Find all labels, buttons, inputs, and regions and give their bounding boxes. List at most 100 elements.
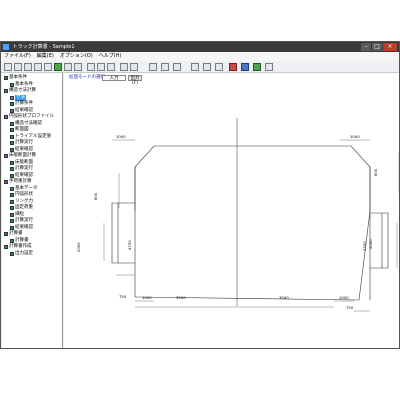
tree-item-label: 計算書 bbox=[9, 231, 23, 236]
tree-item[interactable]: 出力設定 bbox=[10, 251, 33, 257]
dim-left-end: 2000 bbox=[76, 242, 81, 252]
tree-item[interactable]: 計算書 bbox=[10, 238, 29, 244]
tree-item-label: 結果確認 bbox=[15, 107, 33, 113]
dim-bottom-left-seg: 1000 bbox=[142, 295, 152, 300]
tree-node-icon bbox=[4, 154, 8, 158]
print-icon[interactable] bbox=[64, 63, 72, 71]
tree-item[interactable]: 基本条件 bbox=[10, 82, 33, 88]
tree-node-icon bbox=[10, 206, 14, 210]
drawing-area: 処理モードの選択 入力 出力(F) 1000 1000 800 800 4700… bbox=[64, 73, 399, 348]
tree-item-label: 計算書作成 bbox=[9, 244, 32, 249]
tree-item-label: 基本条件 bbox=[9, 75, 27, 80]
tree-item[interactable]: 計算実行 bbox=[10, 218, 33, 224]
tree-item[interactable]: 計算書 bbox=[4, 231, 23, 237]
tree-node-icon bbox=[10, 121, 14, 126]
tree-item[interactable]: 構造寸法計算 bbox=[4, 88, 36, 94]
new-file-icon[interactable] bbox=[4, 63, 12, 71]
maximize-button[interactable]: □ bbox=[372, 43, 382, 51]
settings-icon[interactable] bbox=[241, 63, 249, 71]
copy-icon[interactable] bbox=[97, 63, 105, 71]
tree-item[interactable]: 計算条件 bbox=[10, 101, 33, 107]
check-icon[interactable] bbox=[253, 63, 261, 71]
dim-top-left: 1000 bbox=[116, 134, 126, 139]
tree-node-icon bbox=[10, 108, 14, 113]
dim-bottom-center-left: 3500 bbox=[176, 295, 186, 300]
close-button[interactable]: × bbox=[383, 43, 397, 51]
import-icon[interactable] bbox=[44, 63, 52, 71]
undo-icon[interactable] bbox=[120, 63, 128, 71]
tree-item[interactable]: 結果確認 bbox=[10, 225, 33, 231]
tree-node-icon bbox=[10, 102, 14, 106]
tree-item[interactable]: 計算実行 bbox=[10, 166, 33, 172]
menu-help[interactable]: ヘルプ(H) bbox=[99, 52, 122, 61]
tree-item[interactable]: トライアル設定値 bbox=[10, 134, 51, 140]
tree-node-icon bbox=[10, 199, 14, 204]
tree-item[interactable]: 計算実行 bbox=[10, 140, 33, 146]
tree-node-icon bbox=[4, 180, 8, 184]
tree-item-label: 固定荷重 bbox=[15, 205, 33, 210]
save-as-icon[interactable] bbox=[34, 63, 42, 71]
tree-item[interactable]: 断面図 bbox=[10, 127, 29, 133]
tree-node-icon bbox=[10, 82, 14, 87]
tree-item[interactable]: 結果確認 bbox=[10, 108, 33, 114]
tree-item[interactable]: 細粒 bbox=[10, 212, 24, 218]
minimize-button[interactable]: – bbox=[361, 43, 371, 51]
mode-input[interactable]: 入力 bbox=[102, 75, 126, 81]
dim-left-small: 750 bbox=[119, 294, 127, 299]
tree-item-label: 床版断面計算 bbox=[9, 153, 36, 158]
tree-node-icon bbox=[4, 115, 8, 119]
tree-node-icon bbox=[10, 186, 14, 191]
window-title: トラック計算書 - Sample1 bbox=[12, 44, 75, 50]
grid-icon[interactable] bbox=[203, 63, 211, 71]
tree-item[interactable]: 計算書作成 bbox=[4, 244, 32, 250]
tree-node-icon bbox=[10, 173, 14, 178]
tree-item[interactable]: 結果確認 bbox=[10, 173, 33, 179]
tree-item[interactable]: 円弧形状プロファイル bbox=[4, 114, 54, 120]
tree-item[interactable]: 基本条件 bbox=[4, 75, 27, 81]
tree-item-label: 細粒 bbox=[15, 211, 24, 217]
tree-item[interactable]: 円弧形状 bbox=[10, 192, 33, 198]
layout-icon[interactable] bbox=[191, 63, 199, 71]
open-file-icon[interactable] bbox=[14, 63, 22, 71]
tree-item-label: 計算実行 bbox=[15, 140, 33, 145]
tree-item[interactable]: リング力 bbox=[10, 199, 33, 205]
tree-item[interactable]: 手荷重計算 bbox=[4, 179, 32, 185]
app-window: トラック計算書 - Sample1 – □ × ファイル(F) 編集(E) オプ… bbox=[0, 41, 400, 349]
menu-options[interactable]: オプション(O) bbox=[60, 52, 93, 61]
stop-icon[interactable] bbox=[229, 63, 237, 71]
tree-item[interactable]: 床版断面 bbox=[10, 160, 33, 166]
tree-item[interactable]: 基本データ bbox=[10, 186, 38, 192]
dim-left-height: 4700 bbox=[127, 240, 132, 250]
tree-item-label: 構造寸法計算 bbox=[9, 88, 36, 93]
title-bar: トラック計算書 - Sample1 – □ × bbox=[1, 42, 399, 52]
tree-node-icon bbox=[10, 219, 14, 223]
tree-node-icon bbox=[10, 134, 14, 139]
menu-edit[interactable]: 編集(E) bbox=[37, 52, 54, 61]
cut-icon[interactable] bbox=[87, 63, 95, 71]
tree-item[interactable]: 構造寸法確認 bbox=[10, 121, 42, 127]
chart-icon[interactable] bbox=[161, 63, 169, 71]
calc-icon[interactable] bbox=[149, 63, 157, 71]
tree-item-label: リング力 bbox=[15, 198, 33, 204]
dim-left-slope: 800 bbox=[93, 192, 98, 200]
help-icon[interactable] bbox=[265, 63, 273, 71]
tree-item-label: 円弧形状プロファイル bbox=[9, 114, 54, 119]
preview-icon[interactable] bbox=[74, 63, 82, 71]
paste-icon[interactable] bbox=[107, 63, 115, 71]
save-icon[interactable] bbox=[24, 63, 32, 71]
export-icon[interactable] bbox=[54, 63, 62, 71]
output-button[interactable]: 出力(F) bbox=[128, 75, 142, 86]
tree-item[interactable]: 床版断面計算 bbox=[4, 153, 36, 159]
tree-item-label: 断面図 bbox=[15, 127, 29, 132]
tree-item-label: 寸法 bbox=[15, 94, 26, 101]
menu-file[interactable]: ファイル(F) bbox=[4, 52, 31, 61]
tree-item[interactable]: 寸法 bbox=[10, 94, 26, 101]
table-icon[interactable] bbox=[173, 63, 181, 71]
redo-icon[interactable] bbox=[130, 63, 138, 71]
tree-item[interactable]: 固定荷重 bbox=[10, 205, 33, 211]
tree-node-icon bbox=[10, 225, 14, 230]
tree-node-icon bbox=[10, 147, 14, 152]
list-icon[interactable] bbox=[215, 63, 223, 71]
tree-item[interactable]: 結果確認 bbox=[10, 147, 33, 153]
tree-item-label: 計算書 bbox=[15, 237, 29, 243]
